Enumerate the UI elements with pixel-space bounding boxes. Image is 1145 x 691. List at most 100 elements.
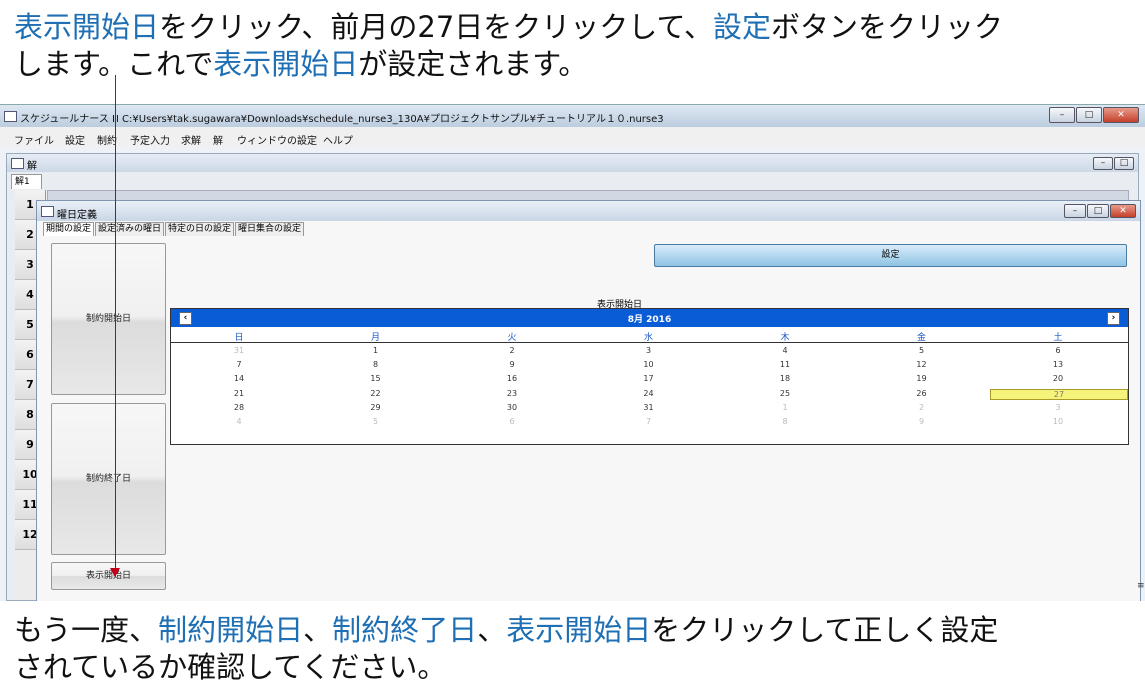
calendar-day-cell[interactable]: 3 bbox=[581, 346, 717, 355]
maximize-icon[interactable]: □ bbox=[1076, 107, 1102, 123]
app-title: スケジュールナース Ⅲ C:¥Users¥tak.sugawara¥Downlo… bbox=[20, 114, 664, 125]
calendar-header: ‹ 8月 2016 › bbox=[171, 309, 1128, 327]
app-titlebar: スケジュールナース Ⅲ C:¥Users¥tak.sugawara¥Downlo… bbox=[0, 105, 1145, 127]
tab-period-settings[interactable]: 期間の設定 bbox=[43, 222, 95, 236]
calendar-day-cell[interactable]: 7 bbox=[171, 360, 307, 369]
calendar-day-cell[interactable]: 13 bbox=[990, 360, 1126, 369]
menu-item-file[interactable]: ファイル bbox=[14, 132, 54, 147]
weekday-header: 金 bbox=[916, 333, 926, 343]
maximize-icon[interactable]: □ bbox=[1114, 157, 1134, 170]
calendar-day-cell[interactable]: 28 bbox=[171, 403, 307, 412]
calendar-day-cell[interactable]: 9 bbox=[854, 417, 990, 426]
calendar-day-cell[interactable]: 20 bbox=[990, 374, 1126, 383]
calendar-day-cell[interactable]: 4 bbox=[717, 346, 853, 355]
calendar-day-cell[interactable]: 12 bbox=[854, 360, 990, 369]
calendar-day-cell[interactable]: 19 bbox=[854, 374, 990, 383]
weekday-header: 土 bbox=[1053, 333, 1063, 343]
caption-line: されているか確認してください。 bbox=[14, 649, 998, 686]
app-window: スケジュールナース Ⅲ C:¥Users¥tak.sugawara¥Downlo… bbox=[0, 104, 1145, 601]
maximize-icon[interactable]: □ bbox=[1087, 204, 1109, 218]
calendar-day-cell[interactable]: 29 bbox=[308, 403, 444, 412]
calendar-day-cell[interactable]: 6 bbox=[990, 346, 1126, 355]
minimize-icon[interactable]: – bbox=[1049, 107, 1075, 123]
window-controls: – □ ✕ bbox=[1048, 107, 1139, 123]
menu-item-solve[interactable]: 求解 bbox=[181, 132, 201, 147]
calendar-day-cell[interactable]: 24 bbox=[581, 389, 717, 398]
calendar-day-cell[interactable]: 1 bbox=[308, 346, 444, 355]
caption-text: もう一度、 bbox=[14, 613, 159, 647]
tab-configured-weekdays[interactable]: 設定済みの曜日 bbox=[95, 222, 165, 236]
tab-weekday-set-settings[interactable]: 曜日集合の設定 bbox=[235, 222, 305, 236]
constraint-start-date-button[interactable]: 制約開始日 bbox=[51, 243, 166, 395]
menu-item-help[interactable]: ヘルプ bbox=[323, 132, 353, 147]
child-titlebar: 解 – □ bbox=[7, 154, 1138, 172]
calendar-day-cell[interactable]: 15 bbox=[308, 374, 444, 383]
child-icon bbox=[11, 158, 24, 169]
caption-keyword: 制約終了日 bbox=[332, 613, 478, 647]
calendar-day-cell[interactable]: 17 bbox=[581, 374, 717, 383]
tab-specific-day-settings[interactable]: 特定の日の設定 bbox=[165, 222, 235, 236]
calendar-day-cell[interactable]: 22 bbox=[308, 389, 444, 398]
minimize-icon[interactable]: – bbox=[1064, 204, 1086, 218]
weekday-header: 水 bbox=[643, 333, 653, 343]
calendar-day-cell[interactable]: 10 bbox=[990, 417, 1126, 426]
constraint-end-date-button[interactable]: 制約終了日 bbox=[51, 403, 166, 555]
calendar-day-cell[interactable]: 27 bbox=[990, 388, 1128, 400]
calendar-day-cell[interactable]: 30 bbox=[444, 403, 580, 412]
menu-item-schedule-input[interactable]: 予定入力 bbox=[130, 132, 170, 147]
menu-item-settings[interactable]: 設定 bbox=[65, 132, 85, 147]
tab-solution-1[interactable]: 解1 bbox=[11, 174, 42, 189]
caption-text: 、 bbox=[303, 613, 333, 647]
menu-item-solution[interactable]: 解 bbox=[213, 132, 223, 147]
child-title: 解 bbox=[27, 161, 37, 172]
calendar-day-cell[interactable]: 5 bbox=[308, 417, 444, 426]
calendar-day-cell[interactable]: 18 bbox=[717, 374, 853, 383]
calendar-day-cell[interactable]: 7 bbox=[581, 417, 717, 426]
caption-text: をクリックして正しく設定 bbox=[651, 613, 999, 647]
calendar-day-cell[interactable]: 21 bbox=[171, 389, 307, 398]
calendar-day-cell[interactable]: 1 bbox=[717, 403, 853, 412]
next-month-icon[interactable]: › bbox=[1107, 312, 1120, 325]
menu-item-constraints[interactable]: 制約 bbox=[97, 132, 117, 147]
calendar-day-cell[interactable]: 25 bbox=[717, 389, 853, 398]
caption-keyword: 表示開始日 bbox=[14, 10, 160, 44]
calendar-day-cell[interactable]: 4 bbox=[171, 417, 307, 426]
calendar-day-cell[interactable]: 16 bbox=[444, 374, 580, 383]
calendar-day-cell[interactable]: 6 bbox=[444, 417, 580, 426]
calendar-day-cell[interactable]: 8 bbox=[717, 417, 853, 426]
calendar-day-cell[interactable]: 10 bbox=[581, 360, 717, 369]
calendar-day-cell[interactable]: 2 bbox=[854, 403, 990, 412]
app-icon bbox=[4, 111, 17, 122]
weekday-definition-dialog: 曜日定義 – □ ✕ 期間の設定 設定済みの曜日 特定の日の設定 曜日集合の設定… bbox=[36, 200, 1141, 601]
caption-keyword: 表示開始日 bbox=[506, 613, 652, 647]
weekday-header: 火 bbox=[507, 333, 517, 343]
calendar-day-cell[interactable]: 9 bbox=[444, 360, 580, 369]
set-button[interactable]: 設定 bbox=[654, 244, 1127, 267]
menu-item-window-settings[interactable]: ウィンドウの設定 bbox=[237, 132, 317, 147]
calendar-day-cell[interactable]: 3 bbox=[990, 403, 1126, 412]
minimize-icon[interactable]: – bbox=[1093, 157, 1113, 170]
display-start-date-button[interactable]: 表示開始日 bbox=[51, 562, 166, 590]
calendar-day-cell[interactable]: 26 bbox=[854, 389, 990, 398]
caption-text: ボタンをクリック bbox=[771, 10, 1004, 44]
scrollbar-grip-icon[interactable]: ≡ bbox=[1137, 581, 1145, 591]
instruction-caption-top: 表示開始日をクリック、前月の27日をクリックして、設定ボタンをクリック します。… bbox=[14, 9, 1003, 83]
annotation-arrow bbox=[115, 75, 116, 570]
close-icon[interactable]: ✕ bbox=[1103, 107, 1139, 123]
child-window-controls: – □ bbox=[1092, 157, 1134, 170]
weekday-header: 月 bbox=[370, 333, 380, 343]
dialog-icon bbox=[41, 206, 54, 217]
calendar-day-cell[interactable]: 14 bbox=[171, 374, 307, 383]
calendar-day-cell[interactable]: 5 bbox=[854, 346, 990, 355]
calendar-day-cell[interactable]: 31 bbox=[581, 403, 717, 412]
calendar: ‹ 8月 2016 › 日月火水木金土 31 1 2 3 4 5 6 7 8 9 10 11 12 13 1… bbox=[170, 308, 1129, 445]
calendar-day-cell[interactable]: 8 bbox=[308, 360, 444, 369]
calendar-day-cell[interactable]: 2 bbox=[444, 346, 580, 355]
caption-keyword: 制約開始日 bbox=[158, 613, 304, 647]
calendar-day-cell[interactable]: 23 bbox=[444, 389, 580, 398]
calendar-day-cell[interactable]: 31 bbox=[171, 346, 307, 355]
caption-text: 、 bbox=[477, 613, 507, 647]
calendar-day-cell[interactable]: 11 bbox=[717, 360, 853, 369]
caption-keyword: 表示開始日 bbox=[213, 47, 359, 81]
close-icon[interactable]: ✕ bbox=[1110, 204, 1136, 218]
